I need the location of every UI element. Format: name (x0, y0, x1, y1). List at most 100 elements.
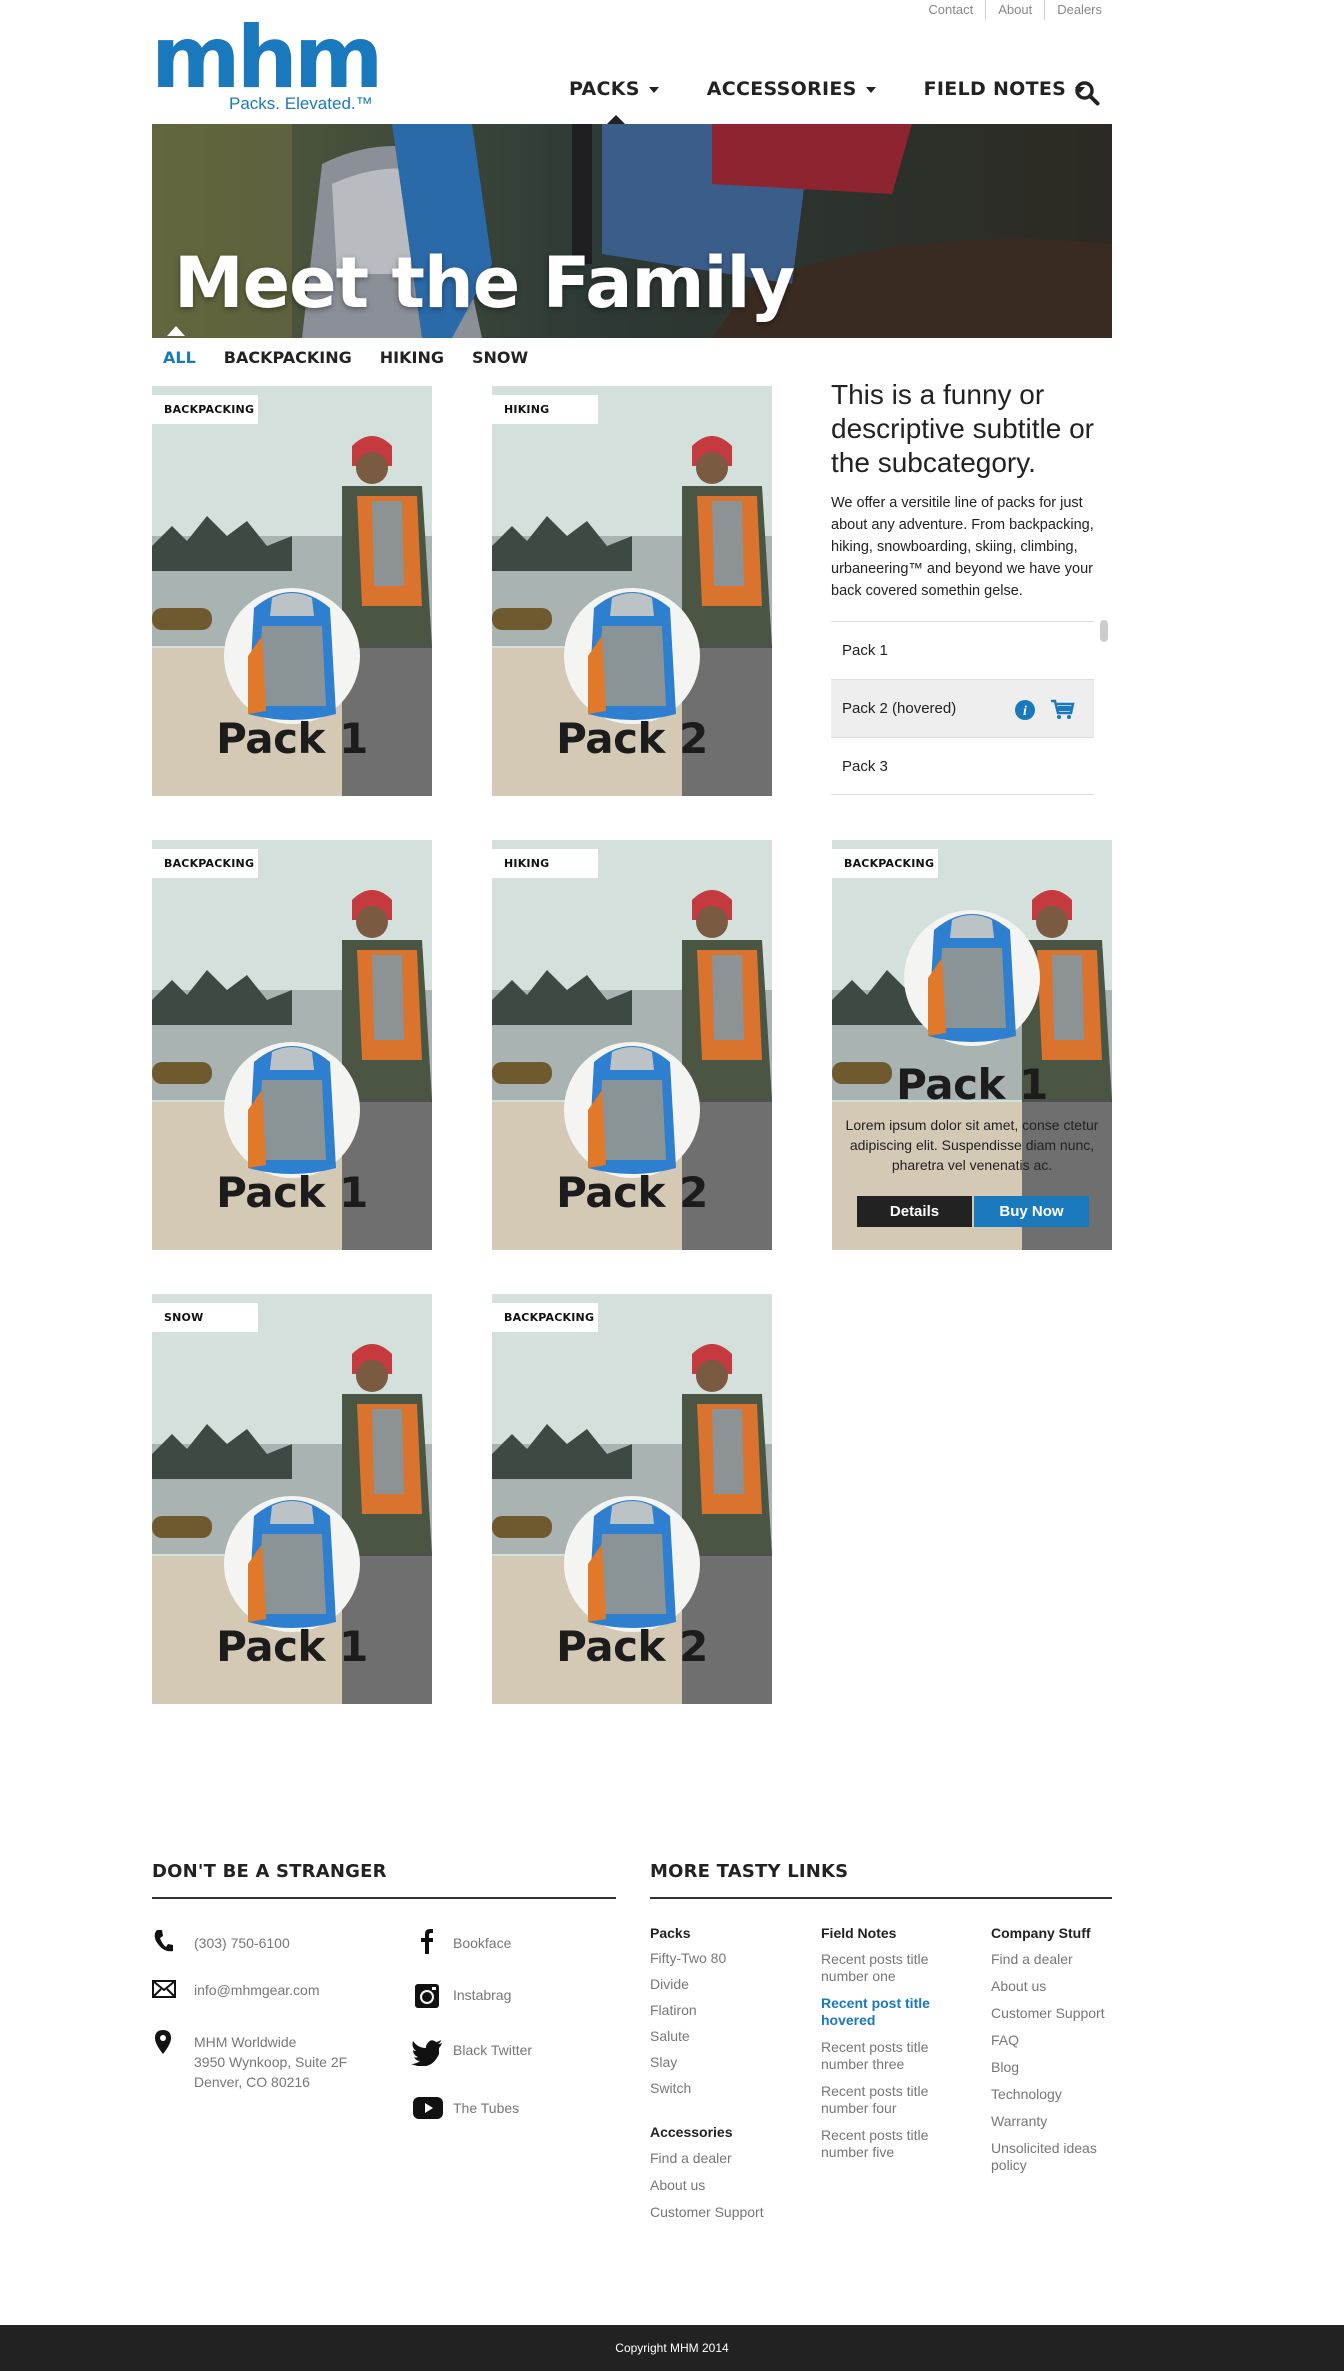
footer-link[interactable]: Blog (991, 2059, 1019, 2076)
product-card[interactable]: SNOW Pack 1 (152, 1294, 432, 1704)
product-name: Pack 1 (896, 1060, 1048, 1109)
divider (152, 1897, 616, 1899)
main-nav: PACKS ACCESSORIES FIELD NOTES (569, 78, 1133, 124)
svg-text:i: i (1023, 704, 1027, 719)
social-youtube[interactable]: The Tubes (453, 2100, 519, 2116)
filter-backpacking[interactable]: BACKPACKING (224, 348, 352, 367)
footer-link[interactable]: Flatiron (650, 2002, 697, 2019)
hero-title: Meet the Family (174, 242, 795, 324)
footer-link[interactable]: Find a dealer (991, 1951, 1073, 1968)
nav-accessories-label: ACCESSORIES (706, 78, 857, 100)
product-name: Pack 1 (216, 714, 368, 763)
address-line: Denver, CO 80216 (194, 2074, 310, 2090)
category-badge: BACKPACKING (832, 849, 938, 878)
category-badge: SNOW (152, 1303, 258, 1332)
contact-link[interactable]: Contact (916, 0, 985, 20)
list-item-label: Pack 3 (842, 758, 888, 775)
product-name: Pack 2 (556, 1168, 708, 1217)
category-badge: BACKPACKING (492, 1303, 598, 1332)
about-link[interactable]: About (985, 0, 1044, 20)
hero-banner: Meet the Family (152, 124, 1112, 338)
address-line: MHM Worldwide (194, 2034, 297, 2050)
product-card[interactable]: BACKPACKING Pack 2 (492, 1294, 772, 1704)
footer-link[interactable]: Slay (650, 2054, 677, 2071)
details-button[interactable]: Details (857, 1196, 972, 1227)
logo-wordmark: mhm (151, 8, 383, 108)
chevron-down-icon (648, 86, 659, 93)
product-card[interactable]: HIKING Pack 2 (492, 840, 772, 1250)
list-item[interactable]: Pack 3 (831, 737, 1094, 795)
category-badge: HIKING (492, 395, 598, 424)
buy-now-button[interactable]: Buy Now (974, 1196, 1089, 1227)
subcategory-description: We offer a versitile line of packs for j… (831, 495, 1094, 599)
email-address[interactable]: info@mhmgear.com (194, 1982, 319, 1998)
twitter-icon (411, 2040, 442, 2066)
category-filters: ALL BACKPACKING HIKING SNOW (163, 326, 556, 367)
pack-list: Pack 1 Pack 2 (hovered) i Pack 3 (831, 621, 1094, 795)
facebook-icon (421, 1929, 433, 1954)
phone-number[interactable]: (303) 750-6100 (194, 1935, 290, 1951)
footer-link[interactable]: Find a dealer (650, 2150, 732, 2167)
filter-all[interactable]: ALL (163, 326, 196, 367)
list-scrollbar[interactable] (1100, 620, 1108, 642)
footer-link[interactable]: FAQ (991, 2032, 1019, 2049)
footer-link[interactable]: Customer Support (650, 2204, 764, 2221)
footer-link[interactable]: Divide (650, 1976, 689, 1993)
footer-link[interactable]: Unsolicited ideas policy (991, 2140, 1111, 2174)
footer-link-hovered[interactable]: Recent post title hovered (821, 1995, 941, 2029)
nav-accessories[interactable]: ACCESSORIES (707, 78, 876, 100)
category-badge: BACKPACKING (152, 395, 258, 424)
footer-link[interactable]: Recent posts title number five (821, 2127, 941, 2161)
cart-icon[interactable] (1049, 698, 1075, 720)
filter-hiking[interactable]: HIKING (380, 348, 444, 367)
product-card[interactable]: BACKPACKING Pack 1 (152, 386, 432, 796)
footer-link[interactable]: Fifty-Two 80 (650, 1950, 726, 1967)
accessories-column-heading: Accessories (650, 2124, 733, 2140)
packs-column-heading: Packs (650, 1925, 691, 1941)
category-badge: HIKING (492, 849, 598, 878)
category-badge: BACKPACKING (152, 849, 258, 878)
nav-field-notes[interactable]: FIELD NOTES (924, 78, 1086, 100)
nav-packs-label: PACKS (569, 78, 640, 100)
filter-snow[interactable]: SNOW (472, 348, 528, 367)
nav-field-notes-label: FIELD NOTES (923, 78, 1067, 100)
company-column-heading: Company Stuff (991, 1925, 1091, 1941)
footer-link[interactable]: Customer Support (991, 2005, 1105, 2022)
product-name: Pack 2 (556, 1622, 708, 1671)
footer-link[interactable]: Switch (650, 2080, 691, 2097)
footer-link[interactable]: Salute (650, 2028, 690, 2045)
instagram-icon (415, 1984, 439, 2008)
dealers-link[interactable]: Dealers (1044, 0, 1114, 20)
list-item-hovered[interactable]: Pack 2 (hovered) i (831, 679, 1094, 737)
list-item-label: Pack 2 (hovered) (842, 700, 957, 717)
footer-link[interactable]: Technology (991, 2086, 1062, 2103)
footer-link[interactable]: Recent posts title number one (821, 1951, 941, 1985)
subcategory-title: This is a funny or descriptive subtitle … (831, 379, 1095, 478)
nav-packs[interactable]: PACKS (569, 78, 659, 124)
footer-link[interactable]: Warranty (991, 2113, 1047, 2130)
footer-contact-heading: DON'T BE A STRANGER (152, 1861, 387, 1882)
footer-link[interactable]: Recent posts title number three (821, 2039, 941, 2073)
footer-link[interactable]: About us (991, 1978, 1046, 1995)
product-card[interactable]: BACKPACKING Pack 1 (152, 840, 432, 1250)
address-line: 3950 Wynkoop, Suite 2F (194, 2054, 348, 2070)
product-name: Pack 1 (216, 1622, 368, 1671)
utility-nav: Contact About Dealers (916, 0, 1114, 20)
social-instagram[interactable]: Instabrag (453, 1987, 511, 2003)
list-item[interactable]: Pack 1 (831, 621, 1094, 679)
search-icon[interactable] (1074, 80, 1100, 106)
chevron-down-icon (865, 86, 876, 93)
product-card-hovered[interactable]: BACKPACKING Pack 1 Lorem ipsum dolor sit… (832, 840, 1112, 1250)
footer-links-heading: MORE TASTY LINKS (650, 1861, 849, 1882)
product-card[interactable]: HIKING Pack 2 (492, 386, 772, 796)
youtube-icon (413, 2097, 443, 2119)
social-twitter[interactable]: Black Twitter (453, 2042, 532, 2058)
map-pin-icon (155, 2030, 171, 2054)
footer-link[interactable]: Recent posts title number four (821, 2083, 941, 2117)
logo[interactable]: mhm Packs. Elevated.™ (151, 8, 383, 113)
footer-link[interactable]: About us (650, 2177, 705, 2194)
product-description: Lorem ipsum dolor sit amet, conse ctetur… (845, 1117, 1099, 1173)
logo-tagline: Packs. Elevated.™ (229, 94, 373, 113)
info-icon[interactable]: i (1014, 699, 1036, 721)
social-facebook[interactable]: Bookface (453, 1935, 511, 1951)
